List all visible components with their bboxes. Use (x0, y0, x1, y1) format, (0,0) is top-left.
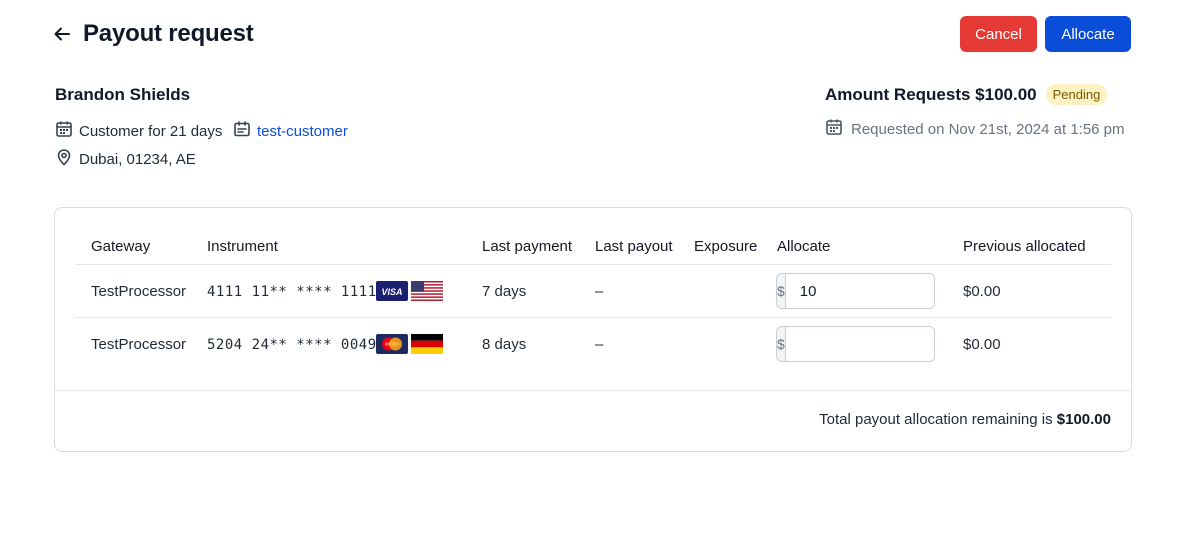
allocate-input[interactable] (785, 327, 934, 361)
last-payment-cell: 7 days (482, 283, 527, 300)
column-header-gateway: Gateway (91, 238, 151, 255)
requested-on-text: Requested on Nov 21st, 2024 at 1:56 pm (851, 120, 1125, 138)
last-payout-cell: – (595, 283, 604, 300)
total-remaining: Total payout allocation remaining is $10… (819, 411, 1111, 428)
currency-addon: $ (777, 274, 786, 308)
customer-name: Brandon Shields (55, 85, 191, 104)
column-header-instrument: Instrument (207, 238, 278, 255)
currency-addon: $ (777, 327, 786, 361)
gateway-cell: TestProcessor (91, 283, 187, 300)
column-header-exposure: Exposure (694, 238, 758, 255)
customer-since: Customer for 21 days (55, 120, 222, 142)
de-flag-icon (411, 334, 443, 354)
column-header-last-payout: Last payout (595, 238, 673, 255)
amount-title: Amount Requests $100.00 (825, 84, 1037, 104)
id-card-icon (233, 120, 251, 142)
instrument-cell: 5204 24** **** 0049 (207, 337, 377, 353)
amount-request: Amount Requests $100.00 Pending (825, 84, 1108, 105)
svg-text:VISA: VISA (381, 287, 402, 297)
visa-card-icon: VISA (376, 281, 408, 301)
total-remaining-amount: $100.00 (1056, 411, 1111, 428)
column-header-previous-allocated: Previous allocated (963, 238, 1086, 255)
footer-divider (55, 390, 1131, 391)
back-arrow-icon[interactable] (54, 23, 70, 45)
requested-on: Requested on Nov 21st, 2024 at 1:56 pm (825, 118, 1125, 140)
calendar-icon (825, 118, 843, 140)
header-divider (75, 264, 1111, 265)
customer-since-text: Customer for 21 days (79, 122, 223, 140)
location-pin-icon (55, 148, 73, 170)
gateway-cell: TestProcessor (91, 336, 187, 353)
customer-link[interactable]: test-customer (257, 123, 348, 140)
last-payout-cell: – (595, 336, 604, 353)
mastercard-card-icon (376, 334, 408, 354)
column-header-last-payment: Last payment (482, 238, 573, 255)
status-badge: Pending (1045, 84, 1108, 105)
allocation-table-card: Gateway Instrument Last payment Last pay… (54, 207, 1132, 452)
page-title: Payout request (83, 20, 254, 47)
allocate-input[interactable] (785, 274, 934, 308)
previous-allocated-cell: $0.00 (963, 336, 1001, 353)
calendar-icon (55, 120, 73, 142)
location-text: Dubai, 01234, AE (79, 150, 196, 168)
allocate-input-group: $ (776, 273, 935, 309)
us-flag-icon (411, 281, 443, 301)
customer-link-item: test-customer (233, 120, 348, 142)
page-header: Payout request Cancel Allocate (54, 16, 1131, 52)
allocate-input-group: $ (776, 326, 935, 362)
previous-allocated-cell: $0.00 (963, 283, 1001, 300)
column-header-allocate: Allocate (777, 238, 831, 255)
last-payment-cell: 8 days (482, 336, 527, 353)
customer-location: Dubai, 01234, AE (55, 148, 196, 170)
instrument-cell: 4111 11** **** 1111 (207, 284, 377, 300)
row-divider (75, 317, 1111, 318)
cancel-button[interactable]: Cancel (960, 16, 1037, 52)
total-remaining-label: Total payout allocation remaining is (819, 411, 1057, 428)
allocate-button[interactable]: Allocate (1045, 16, 1131, 52)
